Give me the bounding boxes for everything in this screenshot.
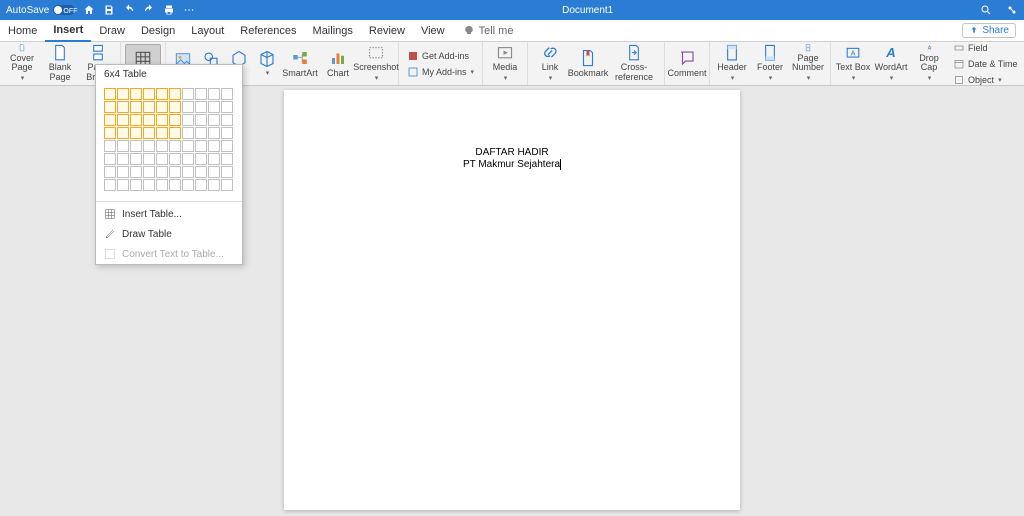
drop-cap-button[interactable]: ADrop Cap [911, 44, 947, 83]
tab-layout[interactable]: Layout [183, 20, 232, 42]
blank-page-button[interactable]: Blank Page [42, 44, 78, 83]
wordart-icon: A [882, 44, 900, 61]
more-icon[interactable] [183, 4, 195, 16]
undo-icon[interactable] [123, 4, 135, 16]
ribbon-tabs: Home Insert Draw Design Layout Reference… [0, 20, 1024, 42]
dropcap-icon: A [920, 44, 938, 52]
tab-references[interactable]: References [232, 20, 304, 42]
document-title: Document1 [195, 5, 980, 16]
footer-button[interactable]: Footer [752, 44, 788, 83]
addin-icon [407, 66, 419, 78]
footer-icon [761, 44, 779, 61]
chart-button[interactable]: Chart [320, 44, 356, 83]
pagenum-icon: # [799, 44, 817, 52]
header-button[interactable]: Header [714, 44, 750, 83]
models-button[interactable] [254, 44, 280, 83]
date-time-button[interactable]: Date & Time [951, 57, 1020, 71]
cover-page-button[interactable]: Cover Page [4, 44, 40, 83]
link-button[interactable]: Link [532, 44, 568, 83]
svg-text:#: # [807, 46, 809, 50]
textbox-icon: A [844, 44, 862, 61]
doc-line-1: DAFTAR HADIR [324, 147, 700, 158]
link-icon [541, 44, 559, 61]
calendar-icon [953, 58, 965, 70]
share-icon [969, 26, 979, 36]
comment-button[interactable]: Comment [669, 44, 705, 83]
tab-design[interactable]: Design [133, 20, 183, 42]
autosave-label: AutoSave [6, 5, 49, 16]
share-button[interactable]: Share [962, 23, 1016, 38]
store-icon [407, 50, 419, 62]
document-canvas[interactable]: DAFTAR HADIR PT Makmur Sejahtera [0, 86, 1024, 516]
tab-home[interactable]: Home [0, 20, 45, 42]
comment-icon [678, 49, 696, 67]
cube-icon [258, 50, 276, 68]
tab-review[interactable]: Review [361, 20, 413, 42]
svg-text:A: A [885, 45, 895, 60]
screenshot-button[interactable]: Screenshot [358, 44, 394, 83]
tab-mailings[interactable]: Mailings [305, 20, 361, 42]
tab-view[interactable]: View [413, 20, 453, 42]
titlebar: AutoSave OFF Document1 [0, 0, 1024, 20]
header-icon [723, 44, 741, 61]
page-icon [51, 44, 69, 61]
save-icon[interactable] [103, 4, 115, 16]
bookmark-button[interactable]: Bookmark [570, 44, 606, 83]
bulb-icon [463, 25, 475, 37]
table-size-label: 6x4 Table [96, 65, 242, 84]
chart-icon [329, 49, 347, 67]
object-icon [953, 74, 965, 86]
break-icon [89, 44, 107, 61]
svg-text:A: A [851, 49, 856, 58]
page-number-button[interactable]: #Page Number [790, 44, 826, 83]
search-icon[interactable] [980, 4, 992, 16]
page-icon [13, 44, 31, 52]
field-button[interactable]: Field [951, 42, 1020, 55]
redo-icon[interactable] [143, 4, 155, 16]
share-presence-icon[interactable] [1006, 4, 1018, 16]
text-box-button[interactable]: AText Box [835, 44, 871, 83]
home-icon[interactable] [83, 4, 95, 16]
media-button[interactable]: Media [487, 44, 523, 83]
smartart-button[interactable]: SmartArt [282, 44, 318, 83]
field-icon [953, 42, 965, 54]
autosave-toggle[interactable]: AutoSave OFF [6, 5, 75, 16]
tab-insert[interactable]: Insert [45, 20, 91, 42]
doc-line-2: PT Makmur Sejahtera [463, 159, 560, 170]
page[interactable]: DAFTAR HADIR PT Makmur Sejahtera [284, 90, 740, 510]
wordart-button[interactable]: AWordArt [873, 44, 909, 83]
cross-reference-button[interactable]: Cross-reference [608, 44, 660, 83]
bookmark-icon [579, 49, 597, 67]
media-icon [496, 44, 514, 61]
crossref-icon [625, 44, 643, 61]
tell-me[interactable]: Tell me [463, 25, 514, 37]
get-addins-button[interactable]: Get Add-ins [405, 49, 476, 63]
my-addins-button[interactable]: My Add-ins [405, 65, 476, 79]
tab-draw[interactable]: Draw [91, 20, 133, 42]
print-icon[interactable] [163, 4, 175, 16]
smartart-icon [291, 49, 309, 67]
object-button[interactable]: Object [951, 73, 1020, 87]
screenshot-icon [367, 44, 385, 61]
